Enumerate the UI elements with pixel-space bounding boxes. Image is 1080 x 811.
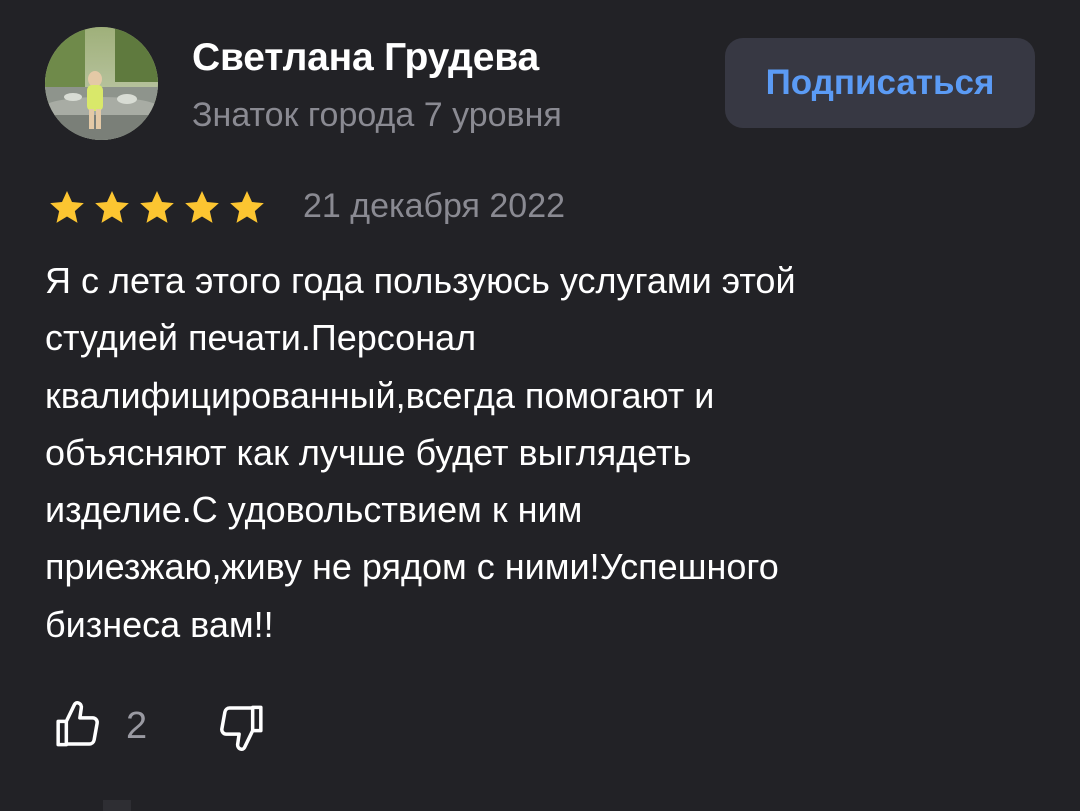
star-icon xyxy=(230,191,264,223)
dislike-button[interactable] xyxy=(213,698,269,759)
review-text-line: приезжаю,живу не рядом с ними!Успешного xyxy=(45,546,779,588)
star-icon xyxy=(50,191,84,223)
like-button[interactable]: 2 xyxy=(50,698,147,754)
author-name[interactable]: Светлана Грудева xyxy=(192,36,539,80)
subscribe-button[interactable]: Подписаться xyxy=(725,38,1035,128)
thumbs-down-icon xyxy=(220,705,263,751)
review-text-line: Я с лета этого года пользуюсь услугами э… xyxy=(45,260,796,301)
review-date: 21 декабря 2022 xyxy=(303,187,566,225)
avatar[interactable] xyxy=(45,27,158,140)
thumbs-up-icon xyxy=(56,701,99,747)
star-icon xyxy=(95,191,129,223)
star-icon xyxy=(140,191,174,223)
star-icon xyxy=(185,191,219,223)
like-count: 2 xyxy=(126,704,148,747)
review-text-line: объясняют как лучше будет выглядеть xyxy=(45,431,692,473)
review-text: Я с лета этого года пользуюсь услугами э… xyxy=(45,252,1035,653)
next-review-edge xyxy=(103,800,131,811)
review-text-line: изделие.С удовольствием к ним xyxy=(45,489,583,531)
review-text-line: квалифицированный,всегда помогают и xyxy=(45,374,715,416)
review-text-line: бизнеса вам!! xyxy=(45,603,274,645)
author-level: Знаток города 7 уровня xyxy=(192,96,562,134)
review-card: Светлана Грудева Знаток города 7 уровня … xyxy=(0,0,1080,811)
review-text-line: студией печати.Персонал xyxy=(45,317,477,359)
rating-stars xyxy=(47,188,267,228)
avatar-photo xyxy=(45,27,158,140)
